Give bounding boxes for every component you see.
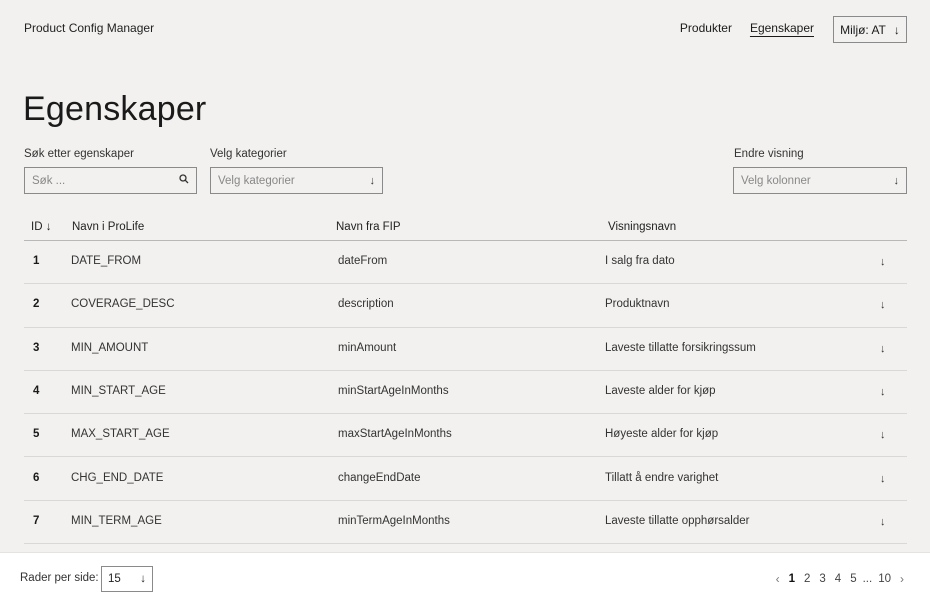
page-ellipsis: ...	[862, 573, 873, 585]
cell-fip: minTermAgeInMonths	[338, 514, 450, 527]
cell-prolife: DATE_FROM	[71, 255, 142, 267]
pagination-footer: Rader per side: 15 ↓ ‹ 1 2 3 4 5 ... 10 …	[0, 552, 930, 604]
cell-fip: maxStartAgeInMonths	[338, 428, 452, 441]
cell-prolife: MIN_TERM_AGE	[71, 514, 162, 527]
category-label: Velg kategorier	[210, 148, 287, 160]
rows-per-page-value: 15	[108, 573, 121, 585]
category-select[interactable]: Velg kategorier ↓	[210, 167, 383, 194]
cell-id: 5	[33, 428, 40, 441]
cell-id: 4	[33, 384, 40, 397]
chevron-down-icon: ↓	[893, 22, 900, 37]
rows-per-page-label: Rader per side:	[20, 572, 99, 584]
expand-row-icon[interactable]: ↓	[880, 429, 886, 441]
header-fip[interactable]: Navn fra FIP	[336, 221, 401, 233]
table-header: ID ↓ Navn i ProLife Navn fra FIP Visning…	[24, 215, 907, 241]
expand-row-icon[interactable]: ↓	[880, 516, 886, 528]
columns-placeholder: Velg kolonner	[741, 174, 811, 187]
expand-row-icon[interactable]: ↓	[880, 473, 886, 485]
page-1[interactable]: 1	[789, 573, 795, 585]
pagination: ‹ 1 2 3 4 5 ... 10 ›	[776, 572, 904, 586]
search-input[interactable]: Søk ...	[24, 167, 197, 194]
expand-row-icon[interactable]: ↓	[880, 299, 886, 311]
cell-display: I salg fra dato	[605, 255, 675, 267]
columns-select[interactable]: Velg kolonner ↓	[733, 167, 907, 194]
environment-label: Miljø: AT	[840, 22, 886, 37]
app-brand[interactable]: Product Config Manager	[24, 21, 154, 35]
cell-prolife: MAX_START_AGE	[71, 428, 170, 441]
cell-display: Høyeste alder for kjøp	[605, 428, 719, 441]
nav-egenskaper[interactable]: Egenskaper	[750, 21, 814, 35]
cell-prolife: COVERAGE_DESC	[71, 298, 175, 311]
page-2[interactable]: 2	[804, 573, 810, 585]
cell-display: Laveste tillatte opphørsalder	[605, 514, 750, 527]
page-title: Egenskaper	[23, 90, 207, 128]
cell-id: 2	[33, 298, 40, 311]
search-placeholder: Søk ...	[32, 174, 66, 187]
search-label: Søk etter egenskaper	[24, 148, 134, 160]
table-row[interactable]: 6 CHG_END_DATE changeEndDate Tillatt å e…	[24, 458, 907, 501]
top-bar: Product Config Manager Produkter Egenska…	[0, 0, 930, 58]
cell-fip: description	[338, 298, 394, 311]
cell-fip: minStartAgeInMonths	[338, 384, 449, 397]
table-row[interactable]: 3 MIN_AMOUNT minAmount Laveste tillatte …	[24, 328, 907, 371]
table-row[interactable]: 4 MIN_START_AGE minStartAgeInMonths Lave…	[24, 371, 907, 415]
cell-id: 3	[33, 341, 40, 354]
prev-page-icon[interactable]: ‹	[776, 572, 780, 586]
rows-per-page-select[interactable]: 15 ↓	[101, 566, 153, 592]
cell-id: 6	[33, 471, 40, 484]
cell-display: Tillatt å endre varighet	[605, 471, 719, 484]
cell-display: Laveste tillatte forsikringssum	[605, 341, 756, 354]
cell-prolife: MIN_START_AGE	[71, 384, 166, 397]
cell-id: 7	[33, 514, 40, 527]
cell-display: Laveste alder for kjøp	[605, 384, 716, 397]
next-page-icon[interactable]: ›	[900, 572, 904, 586]
cell-fip: minAmount	[338, 341, 397, 354]
page-5[interactable]: 5	[850, 573, 856, 585]
page-10[interactable]: 10	[878, 573, 891, 585]
table-row[interactable]: 1 DATE_FROM dateFrom I salg fra dato ↓	[24, 241, 907, 285]
main-nav: Produkter Egenskaper	[680, 21, 814, 35]
cell-prolife: CHG_END_DATE	[71, 471, 164, 484]
table-row[interactable]: 2 COVERAGE_DESC description Produktnavn …	[24, 284, 907, 328]
nav-produkter[interactable]: Produkter	[680, 21, 732, 35]
header-display[interactable]: Visningsnavn	[608, 221, 676, 233]
chevron-down-icon: ↓	[369, 174, 376, 187]
header-prolife[interactable]: Navn i ProLife	[72, 221, 144, 233]
page-4[interactable]: 4	[835, 573, 841, 585]
chevron-down-icon: ↓	[140, 573, 146, 585]
cell-fip: changeEndDate	[338, 471, 421, 484]
table-row[interactable]: 7 MIN_TERM_AGE minTermAgeInMonths Lavest…	[24, 501, 907, 545]
page-3[interactable]: 3	[819, 573, 825, 585]
header-id-sort[interactable]: ID ↓	[31, 221, 51, 233]
expand-row-icon[interactable]: ↓	[880, 343, 886, 355]
table-row[interactable]: 5 MAX_START_AGE maxStartAgeInMonths Høye…	[24, 414, 907, 458]
cell-prolife: MIN_AMOUNT	[71, 341, 149, 354]
expand-row-icon[interactable]: ↓	[880, 256, 886, 268]
cell-id: 1	[33, 255, 40, 267]
expand-row-icon[interactable]: ↓	[880, 386, 886, 398]
chevron-down-icon: ↓	[893, 174, 900, 187]
category-placeholder: Velg kategorier	[218, 174, 295, 187]
cell-display: Produktnavn	[605, 298, 670, 311]
cell-fip: dateFrom	[338, 255, 388, 267]
view-label: Endre visning	[734, 148, 804, 160]
environment-select[interactable]: Miljø: AT ↓	[833, 16, 907, 43]
search-icon	[179, 174, 189, 187]
